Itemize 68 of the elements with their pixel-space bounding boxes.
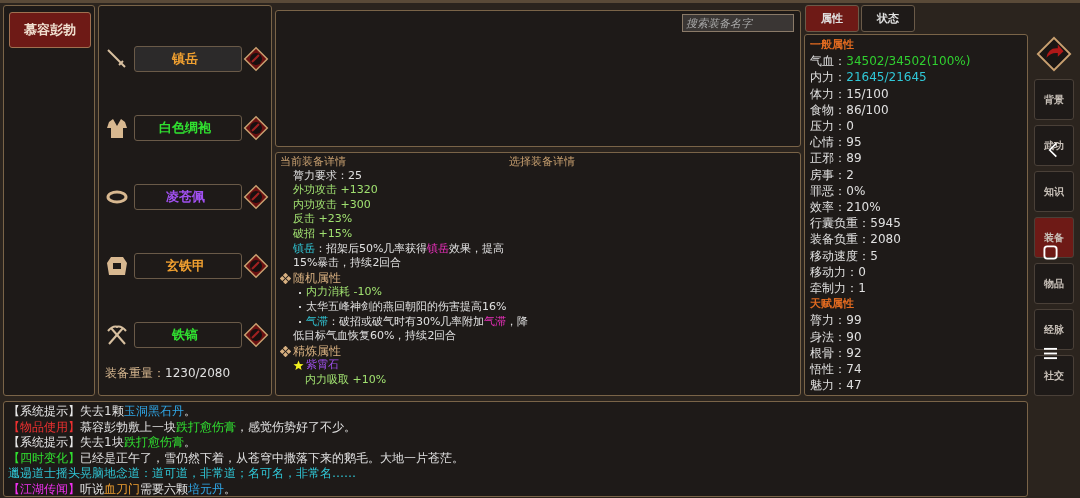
- stats-tab[interactable]: 状态: [861, 5, 916, 32]
- equipment-slot-button[interactable]: 铁镐: [134, 321, 242, 348]
- stat-row-text: 悟性：74: [810, 361, 863, 378]
- stat-row-text: 罪恶：0%: [810, 182, 867, 200]
- nav-button[interactable]: 经脉: [1034, 309, 1074, 350]
- diamond-bullet-icon: [280, 272, 291, 284]
- detail-line: 随机属性: [293, 270, 341, 286]
- stat-row-text: 移动力：0: [810, 263, 867, 281]
- log-message: 【四时变化】已经是正午了，雪仍然下着，从苍穹中撒落下来的鹅毛。大地一片苍茫。: [8, 450, 465, 467]
- equipment-slot-button[interactable]: 玄铁甲: [134, 252, 242, 279]
- stat-row-text: 装备负重：2080: [810, 231, 902, 248]
- selected-details-title: 选择装备详情: [509, 154, 575, 169]
- detail-line: 镇岳：招架后50%几率获得镇岳效果，提高: [293, 241, 505, 257]
- stat-row-text: 效率：210%: [810, 199, 882, 216]
- detail-line: 反击 +23%: [293, 212, 353, 227]
- detail-line: 内力吸取 +10%: [305, 372, 387, 388]
- character-name-button[interactable]: 慕容彭勃: [9, 12, 91, 48]
- stat-row-text: 正邪：89: [810, 150, 863, 167]
- stat-row-text: 食物：86/100: [810, 101, 890, 118]
- stat-row-text: 气血：34502/34502(100%): [810, 53, 972, 70]
- log-message: 【系统提示】失去1块跌打愈伤膏。: [8, 435, 197, 451]
- detail-line: 紫霄石: [306, 358, 339, 373]
- detail-line: 精炼属性: [293, 343, 341, 359]
- current-details-title: 当前装备详情: [280, 154, 346, 169]
- stat-row-text: 心情：95: [810, 134, 863, 151]
- stat-row-text: 根骨：92: [810, 344, 863, 362]
- equipment-slot-button[interactable]: 凌苍佩: [134, 183, 242, 210]
- stats-tab[interactable]: 属性: [805, 5, 860, 32]
- nav-button[interactable]: 物品: [1034, 263, 1074, 304]
- nav-button[interactable]: 背景: [1034, 79, 1074, 120]
- detail-line: 低目标气血恢复60%，持续2回合: [293, 329, 457, 344]
- nav-button[interactable]: 知识: [1034, 171, 1074, 212]
- log-message: 【物品使用】慕容彭勃敷上一块跌打愈伤膏，感觉伤势好了不少。: [8, 419, 357, 436]
- menu-icon[interactable]: [1043, 347, 1058, 360]
- detail-line: 15%暴击，持续2回合: [293, 256, 402, 271]
- nav-button[interactable]: 装备: [1034, 217, 1074, 258]
- equipment-weight: 装备重量：1230/2080: [105, 365, 232, 382]
- detail-line: 太华五峰神剑的燕回朝阳的伤害提高16%: [306, 299, 507, 315]
- detail-line: 内功攻击 +300: [293, 197, 371, 213]
- stat-row-text: 移动速度：5: [810, 247, 879, 264]
- pickaxe-icon: [105, 322, 129, 347]
- log-message: 【江湖传闻】听说血刀门需要六颗培元丹。: [8, 481, 237, 498]
- log-message: 【系统提示】失去1颗玉洞黑石丹。: [8, 404, 197, 420]
- stat-row-text: 牵制力：1: [810, 280, 867, 297]
- stat-row-text: 内力：21645/21645: [810, 69, 928, 86]
- home-icon[interactable]: [1043, 245, 1058, 260]
- stat-row-text: 体力：15/100: [810, 85, 890, 102]
- stat-row-text: 压力：0: [810, 118, 855, 135]
- detail-line: 外功攻击 +1320: [293, 183, 378, 198]
- nav-button[interactable]: 社交: [1034, 355, 1074, 396]
- star-icon: [293, 360, 304, 372]
- stat-row-text: 魅力：47: [810, 377, 863, 394]
- stat-row-text: 身法：90: [810, 328, 863, 345]
- stat-row-text: 房事：2: [810, 166, 855, 183]
- search-field[interactable]: 搜索装备名字: [682, 14, 795, 32]
- nav-button[interactable]: 武功: [1034, 125, 1074, 166]
- equipment-slot-button[interactable]: 白色绸袍: [134, 114, 242, 141]
- detail-line: 内力消耗 -10%: [306, 285, 382, 300]
- detail-line: 气滞：破招或破气时有30%几率附加气滞，降: [306, 314, 529, 330]
- stat-row-text: 膂力：99: [810, 312, 863, 329]
- stats-section-title: 天赋属性: [810, 296, 856, 313]
- diamond-bullet-icon: [280, 345, 291, 357]
- stat-row-text: 行囊负重：5945: [810, 215, 902, 232]
- equipment-slot-button[interactable]: 镇岳: [134, 45, 242, 72]
- log-message: 邋遢道士摇头晃脑地念道：道可道，非常道；名可名，非常名……: [8, 466, 357, 482]
- stats-section-title: 一般属性: [810, 37, 856, 53]
- detail-line: 破招 +15%: [293, 226, 353, 242]
- detail-line: 膂力要求：25: [293, 168, 362, 184]
